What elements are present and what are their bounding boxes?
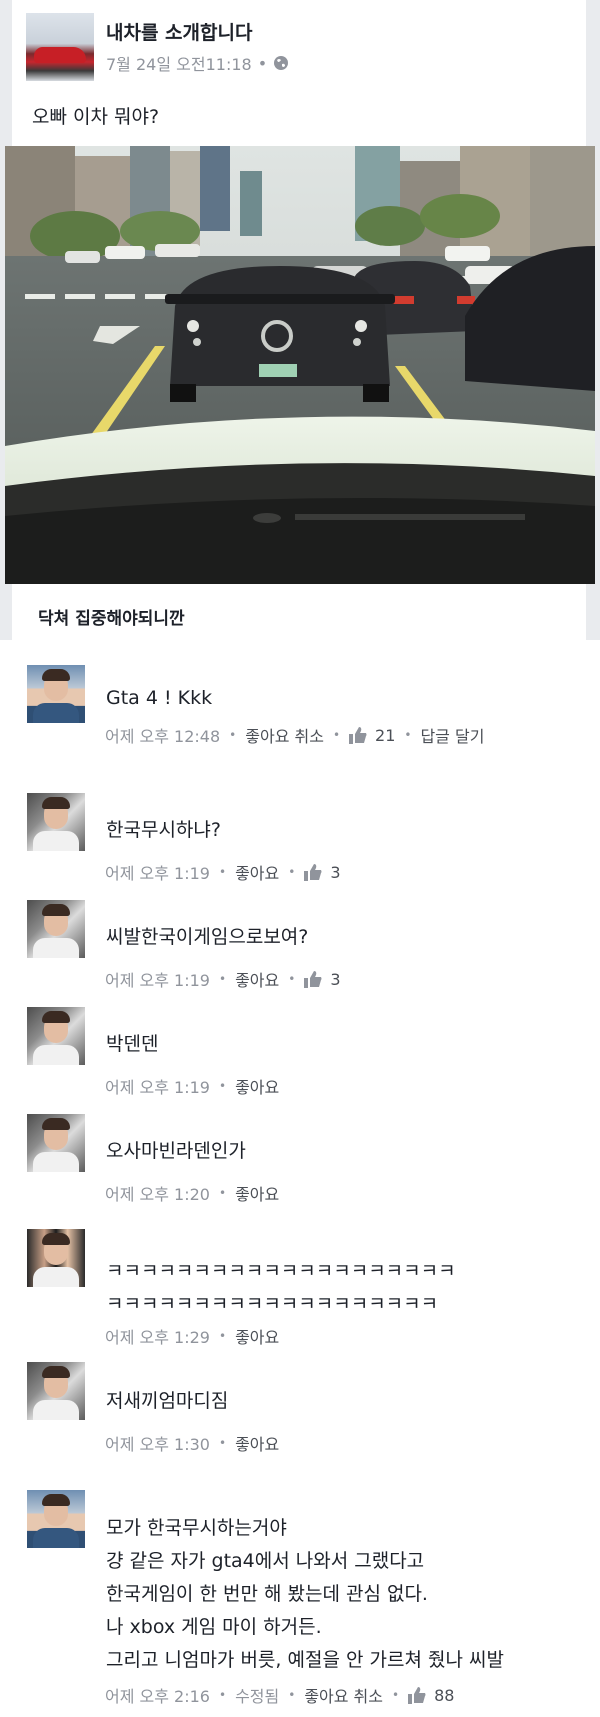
avatar-hair: [42, 669, 70, 681]
like-count-value: 3: [330, 862, 341, 882]
meta-separator: •: [332, 728, 341, 742]
like-link[interactable]: 좋아요: [235, 1324, 279, 1348]
avatar-hair: [42, 1011, 70, 1023]
comment-text: Gta 4 ! Kkk: [106, 687, 213, 709]
like-count[interactable]: 21: [349, 726, 395, 745]
globe-icon[interactable]: [273, 55, 289, 71]
avatar-body: [33, 1152, 79, 1172]
avatar[interactable]: [27, 665, 85, 723]
thumbs-up-icon: [304, 970, 322, 988]
avatar[interactable]: [27, 1229, 85, 1287]
avatar-body: [33, 703, 79, 723]
like-link[interactable]: 좋아요: [235, 967, 279, 991]
comment-text: ㅋㅋㅋㅋㅋㅋㅋㅋㅋㅋㅋㅋㅋㅋㅋㅋㅋㅋㅋㅋ ㅋㅋㅋㅋㅋㅋㅋㅋㅋㅋㅋㅋㅋㅋㅋㅋㅋㅋㅋ: [106, 1260, 456, 1315]
page-avatar[interactable]: [26, 13, 94, 81]
comment-text: 박덴덴: [106, 1033, 159, 1055]
meta-separator: •: [218, 972, 227, 986]
comment-meta: 어제 오후 2:16 • 수정됨 • 좋아요 취소 • 88: [105, 1683, 454, 1707]
comment-time[interactable]: 어제 오후 12:48: [105, 723, 220, 747]
avatar-body: [33, 938, 79, 958]
comment-meta: 어제 오후 12:48 • 좋아요 취소 • 21 • 답글 달기: [105, 723, 484, 747]
comment-meta: 어제 오후 1:19 • 좋아요 • 3: [105, 860, 341, 884]
meta-separator: •: [288, 865, 296, 879]
like-link[interactable]: 좋아요: [235, 1431, 279, 1455]
avatar-body: [33, 1400, 79, 1420]
avatar-body: [33, 1267, 79, 1287]
comment-meta: 어제 오후 1:19 • 좋아요 • 3: [105, 967, 341, 991]
comment-meta: 어제 오후 1:20 • 좋아요: [105, 1181, 279, 1205]
comment-text: 씨발한국이게임으로보여?: [106, 926, 309, 948]
post-caption: 닥쳐 집중해야되니깐: [38, 609, 185, 629]
comment-time[interactable]: 어제 오후 2:16: [105, 1683, 210, 1707]
comment-meta: 어제 오후 1:30 • 좋아요: [105, 1431, 279, 1455]
avatar-body: [33, 1528, 79, 1548]
comment-text: 모가 한국무시하는거야 걍 같은 자가 gta4에서 나와서 그랬다고 한국게임…: [106, 1517, 504, 1671]
comment-time[interactable]: 어제 오후 1:29: [105, 1324, 210, 1348]
comment-time[interactable]: 어제 오후 1:30: [105, 1431, 210, 1455]
avatar[interactable]: [27, 1114, 85, 1172]
comment-time[interactable]: 어제 오후 1:19: [105, 967, 210, 991]
like-count-value: 21: [375, 725, 396, 745]
avatar-body: [33, 831, 79, 851]
like-count[interactable]: 3: [304, 862, 341, 882]
thumbs-up-icon: [408, 1686, 426, 1704]
comment-text: 오사마빈라덴인가: [106, 1140, 246, 1162]
avatar[interactable]: [27, 900, 85, 958]
like-count[interactable]: 88: [408, 1686, 454, 1705]
like-count[interactable]: 3: [304, 969, 341, 989]
thumbs-up-icon: [349, 726, 367, 744]
avatar[interactable]: [27, 793, 85, 851]
meta-separator: •: [257, 53, 268, 73]
meta-separator: •: [218, 865, 227, 879]
post-time[interactable]: 7월 24일 오전11:18: [106, 51, 252, 75]
like-count-value: 3: [330, 969, 341, 989]
like-link[interactable]: 좋아요 취소: [245, 723, 324, 747]
comment-time[interactable]: 어제 오후 1:19: [105, 860, 210, 884]
meta-separator: •: [218, 1436, 227, 1450]
avatar-hair: [42, 904, 70, 916]
like-count-value: 88: [434, 1685, 455, 1705]
avatar-body: [33, 1045, 79, 1065]
avatar-hair: [42, 1494, 70, 1506]
comment-time[interactable]: 어제 오후 1:20: [105, 1181, 210, 1205]
meta-separator: •: [392, 1688, 400, 1702]
like-link[interactable]: 좋아요 취소: [304, 1683, 383, 1707]
avatar-hair: [42, 1118, 70, 1130]
car-thumbnail: [34, 47, 86, 63]
like-link[interactable]: 좋아요: [235, 1074, 279, 1098]
post-photo[interactable]: [5, 146, 595, 584]
meta-separator: •: [288, 972, 296, 986]
meta-separator: •: [218, 1186, 227, 1200]
like-link[interactable]: 좋아요: [235, 860, 279, 884]
meta-separator: •: [288, 1688, 296, 1702]
post-card: 내차를 소개합니다 7월 24일 오전11:18 • 오빠 이차 뭐야? 닥쳐 …: [0, 0, 600, 640]
thumbs-up-icon: [304, 863, 322, 881]
comment-time[interactable]: 어제 오후 1:19: [105, 1074, 210, 1098]
post-text: 오빠 이차 뭐야?: [32, 106, 160, 128]
avatar-hair: [42, 1366, 70, 1378]
avatar[interactable]: [27, 1362, 85, 1420]
meta-separator: •: [404, 728, 412, 742]
edited-label[interactable]: 수정됨: [235, 1683, 279, 1707]
meta-separator: •: [218, 1329, 227, 1343]
post-title[interactable]: 내차를 소개합니다: [106, 18, 252, 45]
comment-text: 한국무시하냐?: [106, 819, 221, 841]
meta-separator: •: [218, 1079, 227, 1093]
avatar[interactable]: [27, 1007, 85, 1065]
reply-link[interactable]: 답글 달기: [420, 723, 484, 747]
comment-meta: 어제 오후 1:19 • 좋아요: [105, 1074, 279, 1098]
avatar-hair: [42, 1233, 70, 1245]
avatar[interactable]: [27, 1490, 85, 1548]
comment-text: 저새끼엄마디짐: [106, 1390, 229, 1412]
meta-separator: •: [218, 1688, 227, 1702]
avatar-hair: [42, 797, 70, 809]
post-meta: 7월 24일 오전11:18 •: [106, 51, 289, 75]
like-link[interactable]: 좋아요: [235, 1181, 279, 1205]
meta-separator: •: [229, 728, 237, 742]
comment-meta: 어제 오후 1:29 • 좋아요: [105, 1324, 279, 1348]
